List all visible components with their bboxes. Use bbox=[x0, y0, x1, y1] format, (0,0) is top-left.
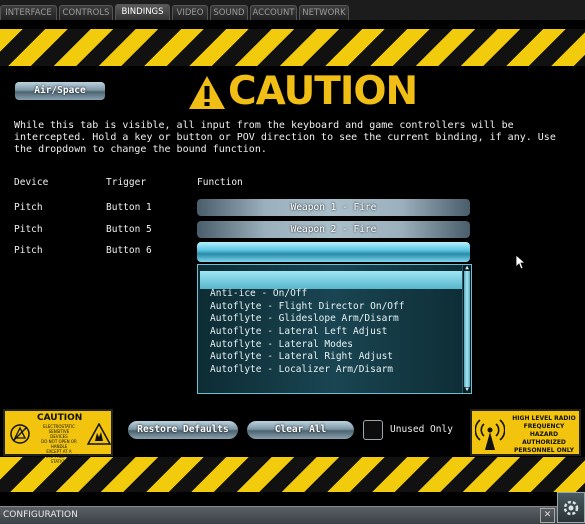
hazard-stripe-bottom bbox=[0, 457, 585, 492]
dropdown-option[interactable]: Autoflyte - Flight Director On/Off bbox=[210, 301, 404, 312]
function-select[interactable]: Weapon 2 - Fire bbox=[197, 221, 470, 238]
gear-icon bbox=[563, 500, 579, 516]
rf-hazard-sign: HIGH LEVEL RADIO FREQUENCY HAZARD AUTHOR… bbox=[470, 409, 581, 456]
window-title: CONFIGURATION bbox=[3, 510, 78, 520]
radio-hazard-icon bbox=[475, 419, 505, 450]
corner-widget[interactable] bbox=[557, 492, 585, 523]
warning-triangle-icon bbox=[189, 76, 225, 109]
column-header-device: Device bbox=[14, 177, 49, 188]
dropdown-option[interactable]: Autoflyte - Lateral Left Adjust bbox=[210, 326, 387, 337]
esd-caution-sign: CAUTION ELECTROSTATIC SENSITIVE DEVICES … bbox=[3, 409, 113, 464]
binding-device: Pitch bbox=[14, 245, 43, 256]
restore-defaults-button[interactable]: Restore Defaults bbox=[128, 421, 238, 439]
dropdown-option[interactable]: Autoflyte - Glideslope Arm/Disarm bbox=[210, 313, 399, 324]
tab-sound[interactable]: SOUND bbox=[210, 5, 248, 20]
mouse-cursor-icon bbox=[516, 255, 526, 269]
binding-trigger: Button 1 bbox=[106, 202, 152, 213]
mode-button[interactable]: Air/Space bbox=[15, 82, 105, 100]
tab-account[interactable]: ACCOUNT bbox=[250, 5, 297, 20]
scrollbar-thumb[interactable] bbox=[464, 271, 470, 387]
dropdown-highlight[interactable] bbox=[200, 271, 462, 289]
instructions-text: While this tab is visible, all input fro… bbox=[14, 120, 556, 155]
hazard-stripe-top bbox=[0, 29, 585, 66]
dropdown-option[interactable]: Autoflyte - Localizer Arm/Disarm bbox=[210, 364, 393, 375]
function-select[interactable]: Weapon 1 - Fire bbox=[197, 199, 470, 216]
tab-bar: INTERFACE CONTROLS BINDINGS VIDEO SOUND … bbox=[0, 0, 585, 20]
hand-warning-icon bbox=[87, 423, 111, 445]
dropdown-scrollbar[interactable]: ▲ ▼ bbox=[462, 265, 471, 393]
binding-device: Pitch bbox=[14, 224, 43, 235]
caution-title: CAUTION bbox=[228, 69, 418, 114]
dropdown-option[interactable]: Autoflyte - Lateral Modes bbox=[210, 339, 353, 350]
tab-controls[interactable]: CONTROLS bbox=[59, 5, 113, 20]
binding-trigger: Button 5 bbox=[106, 224, 152, 235]
esd-caution-title: CAUTION bbox=[37, 413, 83, 423]
dropdown-option[interactable]: Anti-ice - On/Off bbox=[210, 288, 307, 299]
function-select-open[interactable] bbox=[197, 242, 470, 262]
esd-symbol-icon bbox=[10, 424, 30, 444]
function-dropdown-list[interactable]: Anti-ice - On/Off Autoflyte - Flight Dir… bbox=[197, 264, 472, 394]
rf-hazard-text: HIGH LEVEL RADIO FREQUENCY HAZARD AUTHOR… bbox=[512, 415, 576, 454]
tab-network[interactable]: NETWORK bbox=[299, 5, 349, 20]
clear-all-button[interactable]: Clear All bbox=[247, 421, 354, 439]
esd-caution-text: ELECTROSTATIC SENSITIVE DEVICES DO NOT O… bbox=[39, 424, 79, 464]
status-bar: CONFIGURATION ✕ bbox=[0, 506, 585, 524]
binding-trigger: Button 6 bbox=[106, 245, 152, 256]
scroll-down-icon[interactable]: ▼ bbox=[463, 387, 471, 393]
tab-interface[interactable]: INTERFACE bbox=[0, 5, 57, 20]
binding-device: Pitch bbox=[14, 202, 43, 213]
dropdown-option[interactable]: Autoflyte - Lateral Right Adjust bbox=[210, 351, 393, 362]
caution-banner: CAUTION bbox=[188, 70, 418, 114]
column-header-trigger: Trigger bbox=[106, 177, 147, 188]
tab-bindings[interactable]: BINDINGS bbox=[115, 4, 170, 20]
close-icon[interactable]: ✕ bbox=[540, 508, 555, 523]
tab-video[interactable]: VIDEO bbox=[172, 5, 208, 20]
unused-only-label: Unused Only bbox=[390, 424, 453, 435]
unused-only-checkbox[interactable] bbox=[363, 420, 383, 440]
column-header-function: Function bbox=[197, 177, 243, 188]
